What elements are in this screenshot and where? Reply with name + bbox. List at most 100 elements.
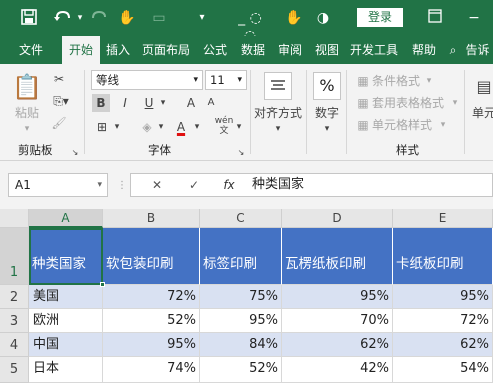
alignment-icon[interactable]: [264, 72, 292, 100]
tab-insert[interactable]: 插入: [100, 36, 136, 64]
column-header-a[interactable]: A: [29, 209, 103, 228]
table-cell[interactable]: 52%: [103, 309, 200, 333]
underline-button[interactable]: U: [140, 94, 158, 112]
bold-button[interactable]: B: [92, 94, 110, 112]
alignment-dropdown-icon[interactable]: ▾: [273, 120, 283, 138]
table-header-cell[interactable]: 标签印刷: [200, 228, 282, 285]
search-icon[interactable]: ⌕: [446, 36, 460, 64]
tell-me-label[interactable]: 告诉: [462, 36, 493, 64]
border-dropdown-icon[interactable]: ▾: [112, 118, 122, 136]
table-cell[interactable]: 62%: [282, 333, 393, 357]
table-cell[interactable]: 95%: [393, 285, 493, 309]
grow-font-button[interactable]: A: [182, 94, 200, 112]
window-dots-icon: _ ◌ ◌: [238, 10, 262, 44]
cell-styles-button[interactable]: 单元格样式: [372, 116, 432, 134]
font-color-button[interactable]: A: [172, 118, 190, 136]
format-painter-icon[interactable]: 🖌: [50, 114, 68, 132]
table-cell[interactable]: 75%: [200, 285, 282, 309]
name-box[interactable]: A1 ▾: [8, 173, 108, 197]
table-cell[interactable]: 42%: [282, 357, 393, 383]
undo-dropdown-icon[interactable]: ▾: [76, 9, 84, 27]
table-cell[interactable]: 日本: [29, 357, 103, 383]
tab-home[interactable]: 开始: [62, 36, 100, 64]
table-cell[interactable]: 95%: [200, 309, 282, 333]
row-header-1[interactable]: 1: [0, 228, 29, 285]
fill-dropdown-icon[interactable]: ▾: [156, 118, 166, 136]
table-format-button[interactable]: 套用表格格式: [372, 94, 444, 112]
insert-function-icon[interactable]: fx: [220, 176, 238, 194]
percent-icon[interactable]: %: [313, 72, 341, 100]
font-name-select[interactable]: 等线 ▾: [91, 70, 203, 90]
table-header-cell[interactable]: 软包装印刷: [103, 228, 200, 285]
tab-view[interactable]: 视图: [309, 36, 345, 64]
cut-icon[interactable]: ✂: [50, 70, 68, 88]
row-header-5[interactable]: 5: [0, 357, 29, 383]
shrink-font-button[interactable]: A: [202, 94, 220, 112]
table-cell[interactable]: 52%: [200, 357, 282, 383]
select-all-corner[interactable]: [0, 209, 29, 228]
fill-handle[interactable]: [100, 282, 105, 287]
cell-styles-dropdown-icon: ▾: [440, 120, 446, 130]
table-cell[interactable]: 70%: [282, 309, 393, 333]
phonetic-button[interactable]: wén 文: [212, 116, 236, 136]
clipboard-launcher-icon[interactable]: ↘: [70, 144, 80, 162]
row-header-2[interactable]: 2: [0, 285, 29, 309]
tab-page-layout[interactable]: 页面布局: [138, 36, 194, 64]
tab-data[interactable]: 数据: [235, 36, 271, 64]
undo-icon[interactable]: [52, 9, 74, 27]
table-cell[interactable]: 美国: [29, 285, 103, 309]
table-header-cell[interactable]: 瓦楞纸板印刷: [282, 228, 393, 285]
table-cell[interactable]: 95%: [282, 285, 393, 309]
phonetic-dropdown-icon[interactable]: ▾: [234, 118, 244, 136]
underline-dropdown-icon[interactable]: ▾: [158, 94, 168, 112]
table-cell[interactable]: 72%: [393, 309, 493, 333]
font-group-label: 字体: [148, 143, 171, 157]
font-color-dropdown-icon[interactable]: ▾: [192, 118, 202, 136]
copy-icon[interactable]: ⎘▾: [50, 92, 72, 110]
table-cell[interactable]: 95%: [103, 333, 200, 357]
table-cell[interactable]: 54%: [393, 357, 493, 383]
save-icon[interactable]: [20, 9, 38, 27]
tab-help[interactable]: 帮助: [406, 36, 442, 64]
italic-button[interactable]: I: [116, 94, 134, 112]
table-header-cell[interactable]: 卡纸板印刷: [393, 228, 493, 285]
fill-color-icon[interactable]: ◈: [138, 118, 156, 136]
row-header-4[interactable]: 4: [0, 333, 29, 357]
login-button[interactable]: 登录: [357, 8, 403, 27]
column-header-d[interactable]: D: [282, 209, 393, 228]
customize-icon[interactable]: ▾: [197, 9, 207, 27]
paste-dropdown-icon[interactable]: ▾: [12, 120, 42, 138]
paste-icon[interactable]: 📋: [12, 72, 42, 102]
column-header-b[interactable]: B: [103, 209, 200, 228]
tab-review[interactable]: 审阅: [272, 36, 308, 64]
splitter-handle[interactable]: ⋮: [117, 179, 127, 193]
cells-button[interactable]: 单元: [472, 104, 493, 122]
table-cell[interactable]: 中国: [29, 333, 103, 357]
cancel-icon[interactable]: ✕: [148, 176, 166, 194]
tab-file[interactable]: 文件: [12, 36, 50, 64]
cells-icon[interactable]: ▤: [474, 78, 493, 96]
chart-icon[interactable]: ◑: [314, 9, 332, 27]
worksheet-grid[interactable]: A B C D E 1 2 3 4 5 种类国家 软包装印刷 标签印刷 瓦楞纸板…: [0, 209, 493, 383]
table-cell[interactable]: 欧洲: [29, 309, 103, 333]
table-cell[interactable]: 84%: [200, 333, 282, 357]
tab-formulas[interactable]: 公式: [197, 36, 233, 64]
number-dropdown-icon[interactable]: ▾: [322, 120, 332, 138]
chevron-down-icon: ▾: [97, 180, 102, 190]
font-size-select[interactable]: 11 ▾: [205, 70, 247, 90]
row-header-3[interactable]: 3: [0, 309, 29, 333]
font-launcher-icon[interactable]: ↘: [236, 144, 246, 162]
column-header-e[interactable]: E: [393, 209, 493, 228]
table-cell[interactable]: 72%: [103, 285, 200, 309]
table-cell[interactable]: 74%: [103, 357, 200, 383]
enter-icon[interactable]: ✓: [185, 176, 203, 194]
table-header-cell[interactable]: 种类国家: [29, 228, 103, 285]
tab-developer[interactable]: 开发工具: [346, 36, 402, 64]
restore-icon[interactable]: [426, 9, 444, 27]
conditional-format-button[interactable]: 条件格式: [372, 72, 420, 90]
border-icon[interactable]: ⊞: [92, 118, 112, 136]
table-cell[interactable]: 62%: [393, 333, 493, 357]
minimize-icon[interactable]: −: [465, 9, 483, 27]
chevron-down-icon: ▾: [237, 75, 242, 85]
column-header-c[interactable]: C: [200, 209, 282, 228]
